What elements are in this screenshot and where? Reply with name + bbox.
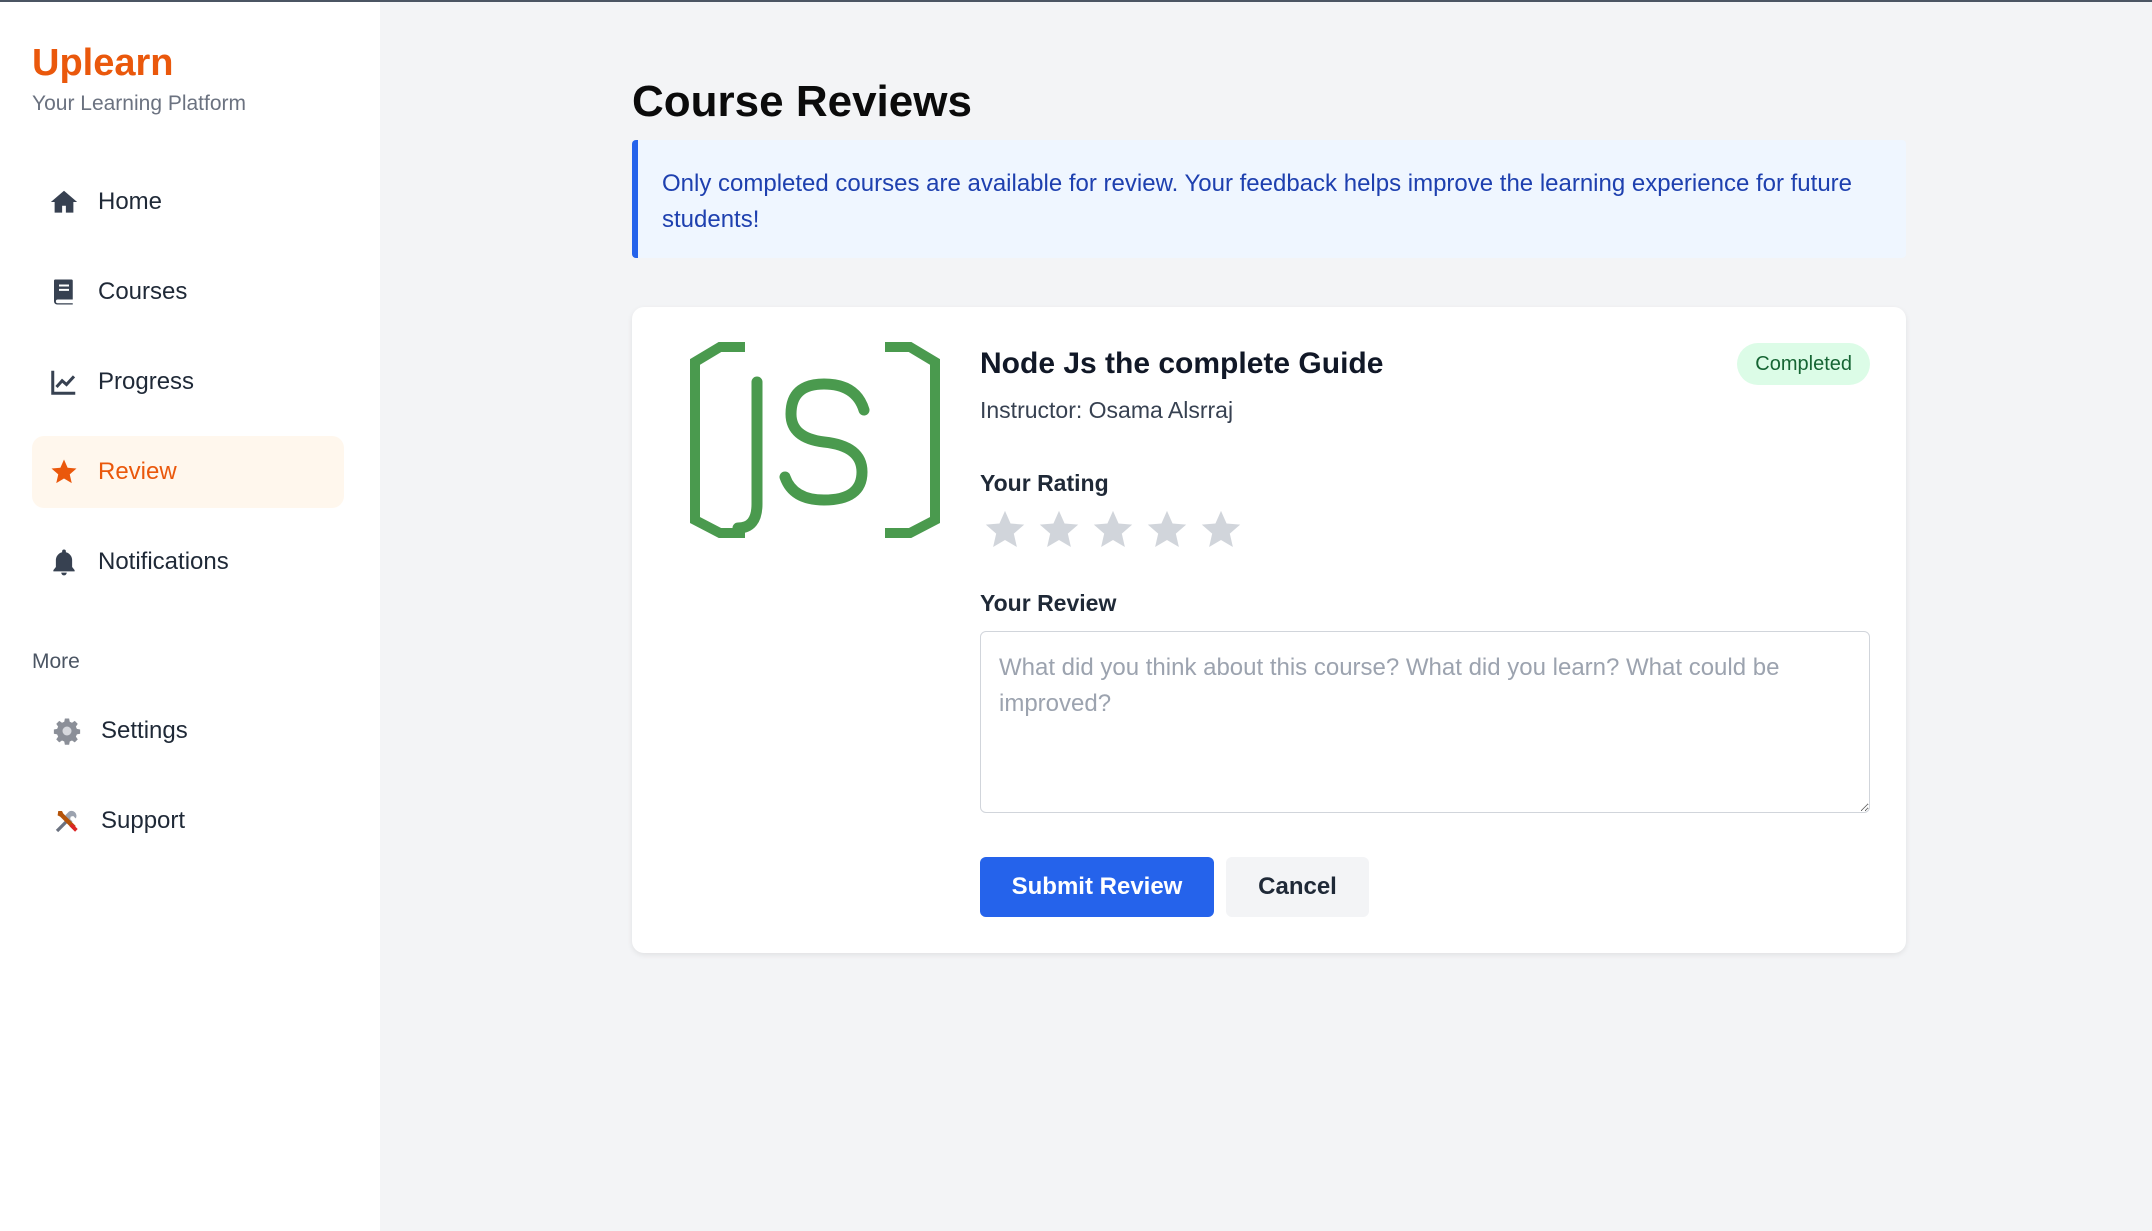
rating-star-5[interactable] [1196,505,1250,559]
brand-tagline: Your Learning Platform [32,92,247,115]
book-icon [48,276,80,308]
bell-icon [48,546,80,578]
sidebar-item-courses[interactable]: Courses [32,256,344,328]
course-title: Node Js the complete Guide [980,347,1384,380]
brand-name[interactable]: Uplearn [32,44,246,82]
sidebar-item-label: Settings [101,717,188,744]
sidebar-item-notifications[interactable]: Notifications [32,526,344,598]
sidebar-item-settings[interactable]: Settings [32,695,344,767]
brand: Uplearn Your Learning Platform [32,44,246,116]
tools-icon [51,805,83,837]
sidebar-item-progress[interactable]: Progress [32,346,344,418]
page-title: Course Reviews [632,77,972,126]
status-badge: Completed [1737,343,1870,385]
review-textarea[interactable] [980,631,1870,813]
sidebar-item-label: Home [98,188,163,215]
sidebar-item-review[interactable]: Review [32,436,344,508]
star-icon [1201,510,1241,548]
home-icon [48,186,80,218]
course-instructor: Instructor: Osama Alsrraj [980,397,1234,423]
more-section-label: More [32,650,80,673]
sidebar: Uplearn Your Learning Platform Home Cour… [0,2,380,1231]
gear-icon [51,715,83,747]
cancel-button[interactable]: Cancel [1226,857,1369,917]
sidebar-item-home[interactable]: Home [32,166,344,238]
info-notice: Only completed courses are available for… [632,140,1906,258]
rating-star-2[interactable] [1034,505,1088,559]
chart-line-icon [48,366,80,398]
rating-star-4[interactable] [1142,505,1196,559]
star-icon [1039,510,1079,548]
star-icon [985,510,1025,548]
submit-review-button[interactable]: Submit Review [980,857,1214,917]
sidebar-item-label: Notifications [98,548,229,575]
sidebar-item-label: Courses [98,278,188,305]
rating-label: Your Rating [980,470,1109,496]
nodejs-logo [690,342,940,538]
sidebar-item-label: Review [98,458,177,485]
sidebar-item-support[interactable]: Support [32,785,344,857]
course-review-card: Node Js the complete Guide Instructor: O… [632,307,1906,953]
rating-star-1[interactable] [980,505,1034,559]
star-icon [1147,510,1187,548]
sidebar-more-nav: Settings Support [32,695,344,875]
star-rating [980,505,1250,559]
sidebar-item-label: Progress [98,368,195,395]
sidebar-item-label: Support [101,807,186,834]
rating-star-3[interactable] [1088,505,1142,559]
review-label: Your Review [980,590,1117,616]
star-icon [1093,510,1133,548]
star-icon [48,456,80,488]
sidebar-nav: Home Courses Progress Review Notificatio… [32,166,344,616]
